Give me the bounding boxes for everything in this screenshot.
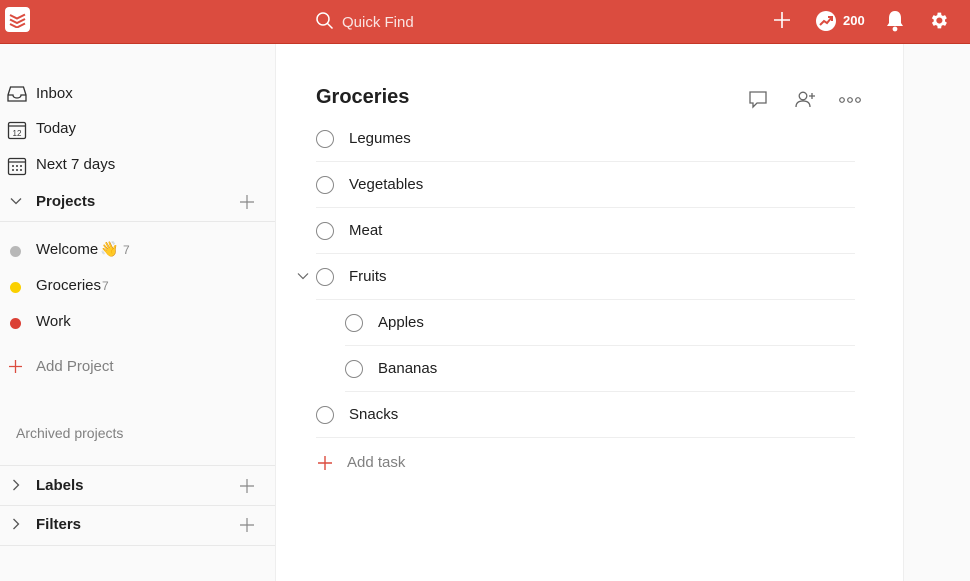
karma-button[interactable]: 200 [815,10,867,32]
task-label: Snacks [349,406,399,423]
add-task-button[interactable]: Add task [316,448,516,478]
settings-gear-icon[interactable] [928,10,949,31]
task-checkbox[interactable] [345,314,363,332]
sidebar-item-today[interactable]: 12 Today [0,114,275,144]
calendar-week-icon [7,157,27,176]
task-item[interactable]: Meat [316,208,855,254]
filters-header-label: Filters [36,516,82,533]
add-project-plus-icon[interactable] [240,195,254,209]
divider [0,221,275,222]
search-placeholder: Quick Find [342,14,414,31]
main-content: Groceries Legumes Vegetables Meat Fruits… [276,44,903,581]
task-label: Bananas [378,360,438,377]
quick-add-icon[interactable] [772,10,792,30]
task-checkbox[interactable] [316,268,334,286]
filters-section-header[interactable]: Filters [0,508,275,542]
divider [0,545,275,546]
archived-projects-link[interactable]: Archived projects [16,425,123,441]
task-checkbox[interactable] [316,130,334,148]
karma-points: 200 [843,13,865,28]
plus-icon [318,456,332,470]
share-add-person-icon[interactable] [794,90,816,109]
notifications-bell-icon[interactable] [885,10,905,32]
task-label: Fruits [349,268,387,285]
add-filter-plus-icon[interactable] [240,518,254,532]
sidebar-item-label: Inbox [36,85,73,102]
project-color-dot [10,318,21,329]
task-label: Vegetables [349,176,424,193]
task-label: Apples [378,314,424,331]
project-item-welcome[interactable]: Welcome 👋 7 [0,235,275,265]
collapse-subtasks-chevron-icon[interactable] [297,271,309,281]
add-label-plus-icon[interactable] [240,479,254,493]
right-gutter [903,44,970,581]
task-item[interactable]: Snacks [316,392,855,438]
sidebar-item-label: Today [36,120,77,137]
more-actions-icon[interactable] [839,97,861,103]
task-item[interactable]: Legumes [316,116,855,162]
app-logo[interactable] [5,7,30,32]
project-title: Groceries [316,86,410,108]
calendar-today-icon: 12 [7,121,27,140]
project-item-groceries[interactable]: Groceries 7 [0,271,275,301]
today-day-number: 12 [13,129,22,138]
karma-trend-icon [816,11,836,31]
task-label: Legumes [349,130,411,147]
chevron-down-icon[interactable] [10,195,22,207]
project-label: Work [36,313,71,330]
waving-hand-emoji-icon: 👋 [100,241,119,258]
task-item[interactable]: Fruits [316,254,855,300]
project-label: Groceries [36,277,102,294]
inbox-icon [7,86,27,102]
chevron-right-icon[interactable] [10,518,22,530]
projects-header-label: Projects [36,193,96,210]
project-item-work[interactable]: Work [0,307,275,337]
quick-find-search[interactable]: Quick Find [314,10,514,34]
plus-icon [9,360,22,373]
task-checkbox[interactable] [316,176,334,194]
labels-section-header[interactable]: Labels [0,469,275,503]
task-checkbox[interactable] [345,360,363,378]
comments-icon[interactable] [748,90,768,109]
divider [0,505,275,506]
todoist-logo-icon [9,13,26,28]
sidebar-item-next-7-days[interactable]: Next 7 days [0,150,275,180]
project-task-count: 7 [102,279,109,293]
sidebar: Inbox 12 Today Next 7 days Projects Welc… [0,44,276,581]
top-bar: Quick Find 200 [0,0,970,44]
projects-section-header[interactable]: Projects [0,185,275,219]
project-color-dot [10,246,21,257]
task-checkbox[interactable] [316,222,334,240]
subtask-item[interactable]: Apples [345,300,855,346]
add-project-button[interactable]: Add Project [0,352,200,382]
project-label: Welcome [36,241,99,258]
sidebar-item-inbox[interactable]: Inbox [0,79,275,109]
chevron-right-icon[interactable] [10,479,22,491]
project-task-count: 7 [123,243,130,257]
add-task-label: Add task [347,454,406,471]
add-project-label: Add Project [36,358,114,375]
search-icon [316,12,334,30]
task-label: Meat [349,222,383,239]
task-item[interactable]: Vegetables [316,162,855,208]
sidebar-item-label: Next 7 days [36,156,116,173]
divider [0,465,275,466]
task-checkbox[interactable] [316,406,334,424]
labels-header-label: Labels [36,477,84,494]
project-color-dot [10,282,21,293]
subtask-item[interactable]: Bananas [345,346,855,392]
